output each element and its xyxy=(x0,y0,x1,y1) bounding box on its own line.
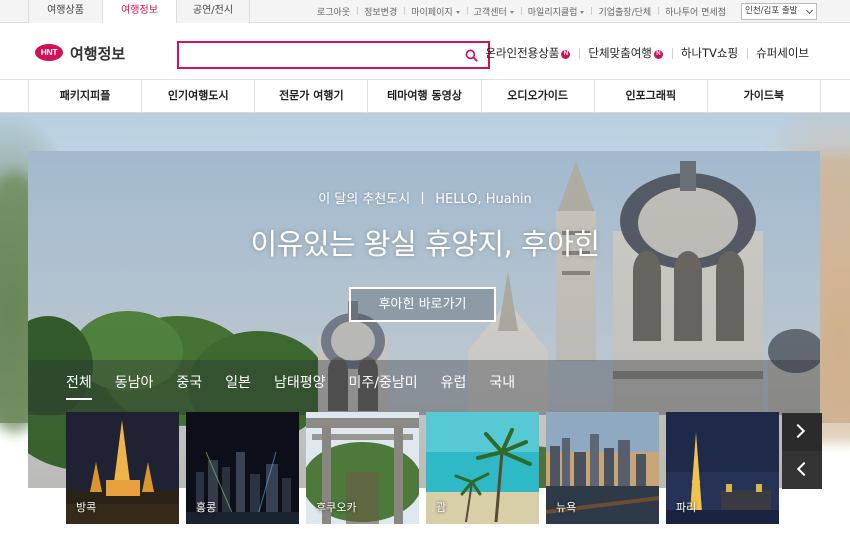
online-exclusive-link[interactable]: 온라인전용상품 N xyxy=(476,45,579,61)
group-custom-travel-link[interactable]: 단체맞춤여행 N xyxy=(579,45,671,61)
new-badge: N xyxy=(653,50,663,59)
go-to-huahin-button[interactable]: 후아힌 바로가기 xyxy=(349,287,496,322)
city-card-list: 방콕 홍콩 후쿠오카 괌 뉴욕 파리 xyxy=(66,412,786,524)
hana-tv-shopping-link[interactable]: 하나TV쇼핑 xyxy=(671,45,747,61)
tab-travel-info[interactable]: 여행정보 xyxy=(102,0,176,24)
brand-logo[interactable]: HNT xyxy=(35,44,63,61)
hello-city-label: HELLO, Huahin xyxy=(435,192,532,207)
divider xyxy=(422,192,424,204)
city-label: 뉴욕 xyxy=(556,501,577,514)
chevron-down-icon xyxy=(805,6,814,15)
hero-banner: 이 달의 추천도시 HELLO, Huahin 이유있는 왕실 휴양지, 후아힌 … xyxy=(0,113,850,540)
section-title[interactable]: 여행정보 xyxy=(70,43,125,64)
site-tabs: 여행상품 여행정보 공연/전시 xyxy=(28,0,250,24)
city-label: 방콕 xyxy=(76,501,97,514)
corporate-group-link[interactable]: 기업출장/단체 xyxy=(591,5,658,18)
city-card-bangkok[interactable]: 방콕 xyxy=(66,412,179,524)
category-nav: 패키지피플 인기여행도시 전문가 여행기 테마여행 동영상 오디오가이드 인포그… xyxy=(0,80,850,113)
city-label: 홍콩 xyxy=(196,501,217,514)
departure-select[interactable]: 인천/김포 출발 xyxy=(741,3,817,20)
city-card-hongkong[interactable]: 홍콩 xyxy=(186,412,299,524)
hero-subtitle: 이 달의 추천도시 HELLO, Huahin xyxy=(0,188,850,207)
region-tab-europe[interactable]: 유럽 xyxy=(441,372,467,400)
departure-select-value: 인천/김포 출발 xyxy=(745,6,798,16)
dropdown-caret-icon xyxy=(455,11,460,14)
nav-infographic[interactable]: 인포그래픽 xyxy=(595,80,708,113)
region-tab-americas[interactable]: 미주/중남미 xyxy=(348,372,417,400)
chevron-left-icon xyxy=(796,461,812,477)
new-badge: N xyxy=(561,50,571,59)
carousel-next-button[interactable] xyxy=(782,413,822,451)
city-label: 파리 xyxy=(676,501,697,514)
city-card-newyork[interactable]: 뉴욕 xyxy=(546,412,659,524)
super-save-link[interactable]: 슈퍼세이브 xyxy=(747,45,818,61)
region-tab-china[interactable]: 중국 xyxy=(176,372,202,400)
duty-free-link[interactable]: 하나투어 면세점 xyxy=(658,5,733,18)
edit-info-link[interactable]: 정보변경 xyxy=(357,5,404,18)
nav-expert-travelogue[interactable]: 전문가 여행기 xyxy=(255,80,369,113)
region-tab-japan[interactable]: 일본 xyxy=(225,372,251,400)
header: HNT 여행정보 온라인전용상품 N 단체맞춤여행 N 하나TV쇼핑 슈퍼세이브 xyxy=(0,23,850,80)
my-page-link[interactable]: 마이페이지 xyxy=(404,5,466,18)
customer-center-link[interactable]: 고객센터 xyxy=(466,5,521,18)
region-tabs: 전체 동남아 중국 일본 남태평양 미주/중남미 유럽 국내 xyxy=(66,372,538,400)
city-card-paris[interactable]: 파리 xyxy=(666,412,779,524)
nav-popular-cities[interactable]: 인기여행도시 xyxy=(142,80,256,113)
utility-links: 로그아웃 정보변경 마이페이지 고객센터 마일리지클럽 기업출장/단체 하나투어… xyxy=(310,0,817,23)
nav-guidebook[interactable]: 가이드북 xyxy=(708,80,821,113)
dropdown-caret-icon xyxy=(580,11,585,14)
hero-title: 이유있는 왕실 휴양지, 후아힌 xyxy=(250,227,600,261)
mileage-club-link[interactable]: 마일리지클럽 xyxy=(520,5,592,18)
nav-theme-video[interactable]: 테마여행 동영상 xyxy=(368,80,482,113)
top-utility-bar: 여행상품 여행정보 공연/전시 로그아웃 정보변경 마이페이지 고객센터 마일리… xyxy=(0,0,850,24)
tab-travel-products[interactable]: 여행상품 xyxy=(28,0,102,23)
city-label: 괌 xyxy=(436,501,447,514)
search-input[interactable] xyxy=(187,46,457,64)
search-box xyxy=(177,41,490,69)
city-card-fukuoka[interactable]: 후쿠오카 xyxy=(306,412,419,524)
tab-performance-exhibition[interactable]: 공연/전시 xyxy=(176,0,250,23)
dropdown-caret-icon xyxy=(509,11,514,14)
city-label: 후쿠오카 xyxy=(316,501,357,514)
region-tab-domestic[interactable]: 국내 xyxy=(489,372,515,400)
region-tab-all[interactable]: 전체 xyxy=(66,372,92,400)
header-links: 온라인전용상품 N 단체맞춤여행 N 하나TV쇼핑 슈퍼세이브 xyxy=(476,45,818,61)
nav-audio-guide[interactable]: 오디오가이드 xyxy=(482,80,595,113)
carousel-prev-button[interactable] xyxy=(782,451,822,489)
region-tab-south-pacific[interactable]: 남태평양 xyxy=(274,372,326,400)
recommended-city-label: 이 달의 추천도시 xyxy=(318,192,411,207)
nav-package-people[interactable]: 패키지피플 xyxy=(29,80,143,113)
chevron-right-icon xyxy=(790,423,806,439)
region-tab-southeast-asia[interactable]: 동남아 xyxy=(115,372,154,400)
city-card-guam[interactable]: 괌 xyxy=(426,412,539,524)
logout-link[interactable]: 로그아웃 xyxy=(310,5,357,18)
